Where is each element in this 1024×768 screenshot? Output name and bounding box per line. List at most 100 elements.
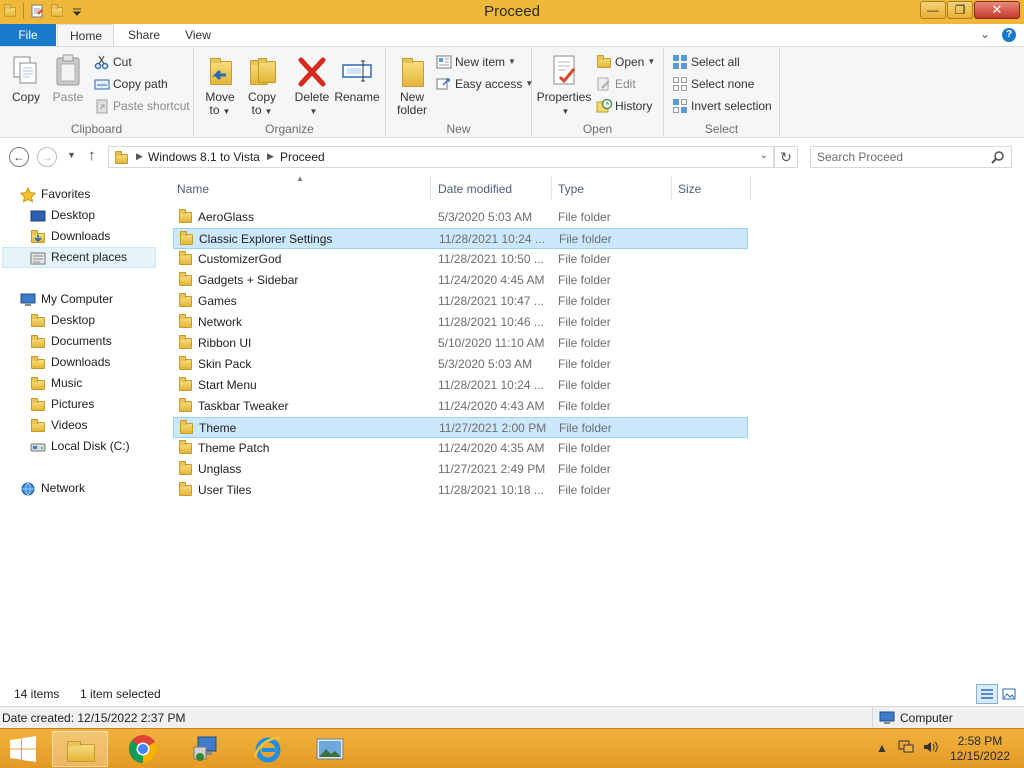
taskbar-chrome[interactable]: [115, 731, 171, 767]
paste-icon: [52, 53, 84, 89]
tab-share[interactable]: Share: [116, 24, 170, 47]
move-to-button[interactable]: Move to ▼: [200, 51, 240, 118]
file-date: 11/24/2020 4:43 AM: [438, 399, 545, 413]
paste-button[interactable]: Paste: [48, 51, 88, 104]
invert-selection-button[interactable]: Invert selection: [672, 96, 772, 116]
tab-view[interactable]: View: [172, 24, 224, 47]
file-row[interactable]: CustomizerGod 11/28/2021 10:50 ... File …: [173, 249, 748, 270]
select-none-button[interactable]: Select none: [672, 74, 754, 94]
maximize-button[interactable]: ❐: [947, 1, 973, 19]
tab-file[interactable]: File: [0, 24, 56, 47]
file-row[interactable]: Ribbon UI 5/10/2020 11:10 AM File folder: [173, 333, 748, 354]
nav-computer-desktop[interactable]: Desktop: [30, 310, 95, 331]
file-row[interactable]: Classic Explorer Settings 11/28/2021 10:…: [173, 228, 748, 249]
column-divider[interactable]: [750, 176, 751, 200]
nav-computer-documents[interactable]: Documents: [30, 331, 112, 352]
address-bar[interactable]: ▶ Windows 8.1 to Vista ▶ Proceed ⌄: [108, 146, 774, 168]
search-input[interactable]: [817, 150, 987, 164]
select-all-button[interactable]: Select all: [672, 52, 740, 72]
breadcrumb-separator-icon[interactable]: ▶: [267, 151, 274, 162]
desktop-icon: [30, 208, 46, 224]
file-row[interactable]: AeroGlass 5/3/2020 5:03 AM File folder: [173, 207, 748, 228]
refresh-button[interactable]: ↻: [774, 146, 798, 168]
copy-button[interactable]: Copy: [6, 51, 46, 104]
nav-computer-pictures[interactable]: Pictures: [30, 394, 94, 415]
volume-icon[interactable]: [922, 739, 938, 758]
forward-button[interactable]: →: [37, 147, 57, 167]
taskbar-explorer[interactable]: [52, 731, 108, 767]
nav-my-computer[interactable]: My Computer: [20, 289, 113, 310]
file-date: 11/27/2021 2:00 PM: [439, 421, 547, 435]
network-status-icon[interactable]: [898, 739, 914, 758]
search-box[interactable]: [810, 146, 1012, 168]
column-divider[interactable]: [430, 176, 431, 200]
nav-favorites-recent-places[interactable]: Recent places: [2, 247, 156, 268]
taskbar-clock[interactable]: 2:58 PM 12/15/2022: [950, 734, 1010, 764]
help-icon[interactable]: ?: [1002, 28, 1016, 42]
copy-path-button[interactable]: Copy path: [94, 74, 168, 94]
breadcrumb-item[interactable]: Windows 8.1 to Vista: [148, 150, 260, 164]
address-history-chevron-icon[interactable]: ⌄: [760, 150, 768, 161]
minimize-button[interactable]: —: [920, 1, 946, 19]
collapse-ribbon-icon[interactable]: ⌄: [980, 27, 990, 41]
file-row[interactable]: Games 11/28/2021 10:47 ... File folder: [173, 291, 748, 312]
column-date-modified[interactable]: Date modified: [438, 182, 512, 196]
file-date: 11/28/2021 10:46 ...: [438, 315, 544, 329]
column-divider[interactable]: [551, 176, 552, 200]
file-row[interactable]: Start Menu 11/28/2021 10:24 ... File fol…: [173, 375, 748, 396]
new-folder-button[interactable]: New folder: [392, 51, 432, 117]
rename-button[interactable]: Rename: [334, 51, 380, 104]
nav-computer-videos[interactable]: Videos: [30, 415, 87, 436]
file-row[interactable]: Network 11/28/2021 10:46 ... File folder: [173, 312, 748, 333]
new-item-button[interactable]: New item ▼: [436, 52, 516, 72]
show-hidden-icons-icon[interactable]: ▲: [876, 741, 888, 755]
back-button[interactable]: ←: [9, 147, 29, 167]
file-row[interactable]: Gadgets + Sidebar 11/24/2020 4:45 AM Fil…: [173, 270, 748, 291]
file-row[interactable]: Taskbar Tweaker 11/24/2020 4:43 AM File …: [173, 396, 748, 417]
up-button[interactable]: ↑: [88, 147, 96, 164]
edit-button[interactable]: Edit: [596, 74, 636, 94]
recent-locations-button[interactable]: ▼: [67, 150, 76, 160]
ribbon: Copy Paste Cut Copy path Paste shortcut …: [0, 46, 1024, 138]
details-view-button[interactable]: [976, 684, 998, 704]
paste-shortcut-button[interactable]: Paste shortcut: [94, 96, 190, 116]
copy-to-button[interactable]: Copy to ▼: [242, 51, 282, 118]
nav-favorites[interactable]: Favorites: [19, 184, 90, 205]
file-row[interactable]: Theme Patch 11/24/2020 4:35 AM File fold…: [173, 438, 748, 459]
file-row[interactable]: User Tiles 11/28/2021 10:18 ... File fol…: [173, 480, 748, 501]
column-type[interactable]: Type: [558, 182, 584, 196]
search-icon[interactable]: [991, 150, 1005, 164]
taskbar-network-app[interactable]: [178, 731, 234, 767]
taskbar-photos[interactable]: [302, 731, 358, 767]
cut-button[interactable]: Cut: [94, 52, 132, 72]
breadcrumb-separator-icon[interactable]: ▶: [136, 151, 143, 162]
tab-home[interactable]: Home: [57, 24, 114, 47]
file-row[interactable]: Skin Pack 5/3/2020 5:03 AM File folder: [173, 354, 748, 375]
nav-computer-music[interactable]: Music: [30, 373, 82, 394]
start-button[interactable]: [8, 736, 38, 762]
breadcrumb-item[interactable]: Proceed: [280, 150, 325, 164]
nav-network[interactable]: Network: [20, 478, 85, 499]
file-type: File folder: [558, 483, 611, 497]
nav-favorites-downloads[interactable]: Downloads: [30, 226, 110, 247]
open-button[interactable]: Open ▼: [596, 52, 655, 72]
navigation-bar: ← → ▼ ↑ ▶ Windows 8.1 to Vista ▶ Proceed…: [0, 144, 1024, 170]
column-name[interactable]: Name: [177, 182, 209, 196]
column-divider[interactable]: [671, 176, 672, 200]
delete-button[interactable]: Delete ▼: [290, 51, 334, 118]
easy-access-button[interactable]: Easy access ▼: [436, 74, 533, 94]
nav-favorites-desktop[interactable]: Desktop: [30, 205, 95, 226]
nav-computer-downloads[interactable]: Downloads: [30, 352, 110, 373]
properties-button[interactable]: Properties ▼: [536, 51, 592, 118]
status-bar: 14 items 1 item selected: [0, 683, 1024, 705]
paste-shortcut-icon: [94, 98, 110, 114]
nav-computer-local-disk[interactable]: Local Disk (C:): [30, 436, 130, 457]
column-size[interactable]: Size: [678, 182, 701, 196]
close-button[interactable]: ✕: [974, 1, 1020, 19]
file-row[interactable]: Unglass 11/27/2021 2:49 PM File folder: [173, 459, 748, 480]
large-icons-view-button[interactable]: [998, 684, 1020, 704]
taskbar-internet-explorer[interactable]: [240, 731, 296, 767]
file-row[interactable]: Theme 11/27/2021 2:00 PM File folder: [173, 417, 748, 438]
history-button[interactable]: History: [596, 96, 652, 116]
dropdown-arrow-icon: ▼: [647, 57, 656, 66]
